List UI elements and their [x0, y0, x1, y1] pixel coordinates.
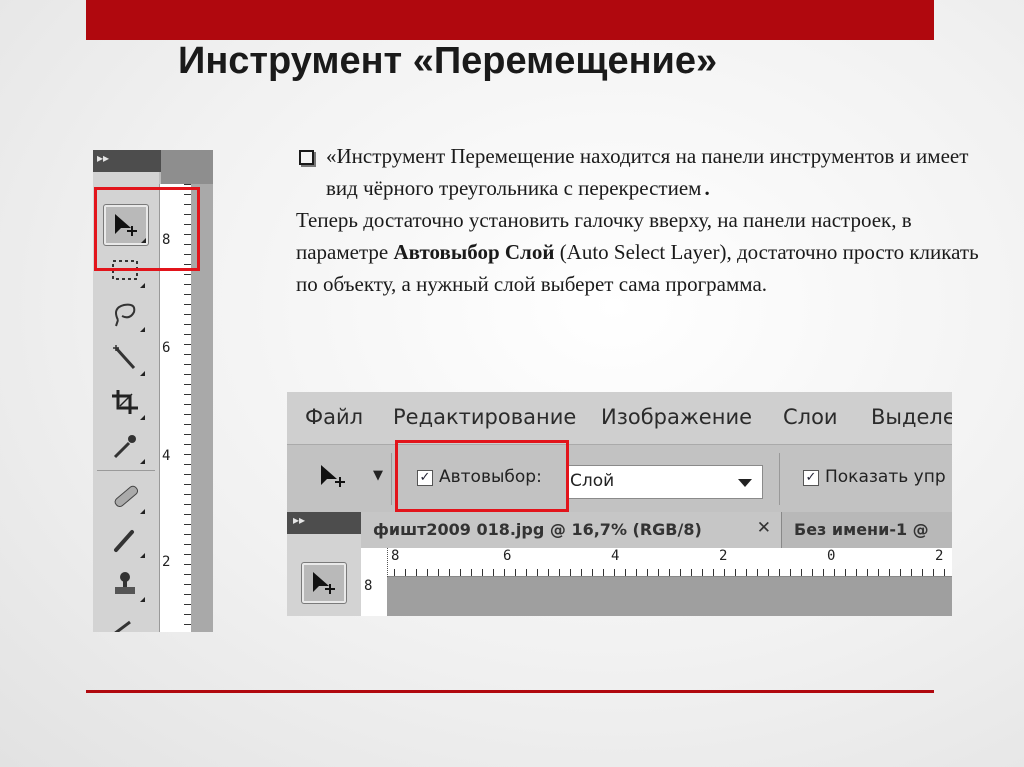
document-tab-stub [161, 150, 213, 184]
ruler-number: 0 [827, 548, 836, 564]
dropdown-arrow-icon [738, 479, 752, 487]
auto-select-dropdown[interactable]: Слой [567, 465, 763, 499]
show-transform-label: Показать упр [825, 467, 946, 487]
collapse-arrows-icon[interactable]: ▸▸ [293, 513, 305, 527]
options-bar: ▼ ✓ Автовыбор: Слой ✓ Показать упр [287, 444, 952, 513]
ruler-number: 2 [935, 548, 944, 564]
menu-edit[interactable]: Редактирование [393, 405, 576, 429]
document-tab-label: фишт2009 018.jpg @ 16,7% (RGB/8) [373, 520, 702, 539]
tools-panel-header: ▸▸ [287, 512, 361, 534]
menu-file[interactable]: Файл [305, 405, 363, 429]
paragraph: Теперь достаточно установить галочку вве… [296, 204, 996, 300]
history-brush-tool-button[interactable] [103, 608, 147, 632]
show-transform-checkbox[interactable]: ✓ [803, 470, 819, 486]
ruler-number: 8 [364, 578, 373, 594]
move-tool-preset-icon[interactable] [317, 463, 351, 497]
move-tool-icon [321, 465, 345, 487]
move-tool-button[interactable] [301, 562, 347, 604]
tool-divider [97, 470, 155, 471]
bottom-accent-line [86, 690, 934, 693]
crop-icon [112, 390, 138, 414]
magic-wand-icon [113, 345, 136, 370]
tools-panel [287, 534, 361, 616]
horizontal-ruler: 8 6 4 2 0 2 [361, 548, 952, 577]
move-tool-highlight [94, 187, 200, 271]
ruler-number: 4 [162, 448, 171, 464]
magic-wand-tool-button[interactable] [103, 338, 147, 378]
healing-brush-tool-button[interactable] [103, 476, 147, 516]
menu-select[interactable]: Выделе [871, 405, 952, 429]
lasso-tool-button[interactable] [103, 294, 147, 334]
document-tab-active[interactable]: фишт2009 018.jpg @ 16,7% (RGB/8) ✕ [361, 512, 782, 548]
chevron-down-icon[interactable]: ▼ [373, 468, 383, 483]
ruler-number: 6 [503, 548, 512, 564]
ruler-number: 8 [391, 548, 400, 564]
crop-tool-button[interactable] [103, 382, 147, 422]
brush-icon [114, 530, 134, 552]
auto-select-value: Слой [570, 471, 615, 491]
move-tool-icon [313, 572, 335, 594]
close-icon[interactable]: ✕ [757, 518, 771, 538]
document-tab[interactable]: Без имени-1 @ [782, 512, 952, 548]
stamp-icon [115, 572, 135, 594]
bullet-text: «Инструмент Перемещение находится на пан… [326, 144, 969, 200]
options-divider [391, 453, 392, 505]
top-accent-bar [86, 0, 934, 40]
document-area: ▸▸ фишт2009 018.jpg @ 16,7% (RGB/8) ✕ Бе… [287, 512, 952, 616]
vertical-ruler: 8 [361, 576, 387, 616]
bullet-period: . [704, 176, 710, 200]
lasso-icon [115, 303, 136, 327]
brush-tool-button[interactable] [103, 520, 147, 560]
collapse-arrows-icon[interactable]: ▸▸ [97, 151, 109, 165]
ruler-origin[interactable] [361, 548, 388, 577]
options-divider [779, 453, 780, 505]
auto-select-term: Автовыбор Слой [393, 240, 555, 264]
document-tab-label: Без имени-1 @ [794, 520, 929, 539]
ruler-number: 2 [719, 548, 728, 564]
ruler-number: 4 [611, 548, 620, 564]
auto-select-highlight [395, 440, 569, 512]
ruler-number: 6 [162, 340, 171, 356]
bandage-icon [114, 485, 139, 508]
checkbox-bullet-icon [299, 150, 314, 165]
bullet-item: «Инструмент Перемещение находится на пан… [296, 140, 996, 204]
menu-image[interactable]: Изображение [601, 405, 752, 429]
clone-stamp-tool-button[interactable] [103, 564, 147, 604]
menu-bar: Файл Редактирование Изображение Слои Выд… [287, 392, 952, 444]
slide-title: Инструмент «Перемещение» [178, 40, 718, 82]
menu-layers[interactable]: Слои [783, 405, 838, 429]
slide-body: «Инструмент Перемещение находится на пан… [296, 140, 996, 300]
options-bar-screenshot: Файл Редактирование Изображение Слои Выд… [287, 392, 952, 616]
eyedropper-icon [113, 435, 136, 459]
eyedropper-tool-button[interactable] [103, 426, 147, 466]
toolbox-header: ▸▸ [93, 150, 161, 172]
history-brush-icon [114, 620, 131, 632]
ruler-number: 2 [162, 554, 171, 570]
